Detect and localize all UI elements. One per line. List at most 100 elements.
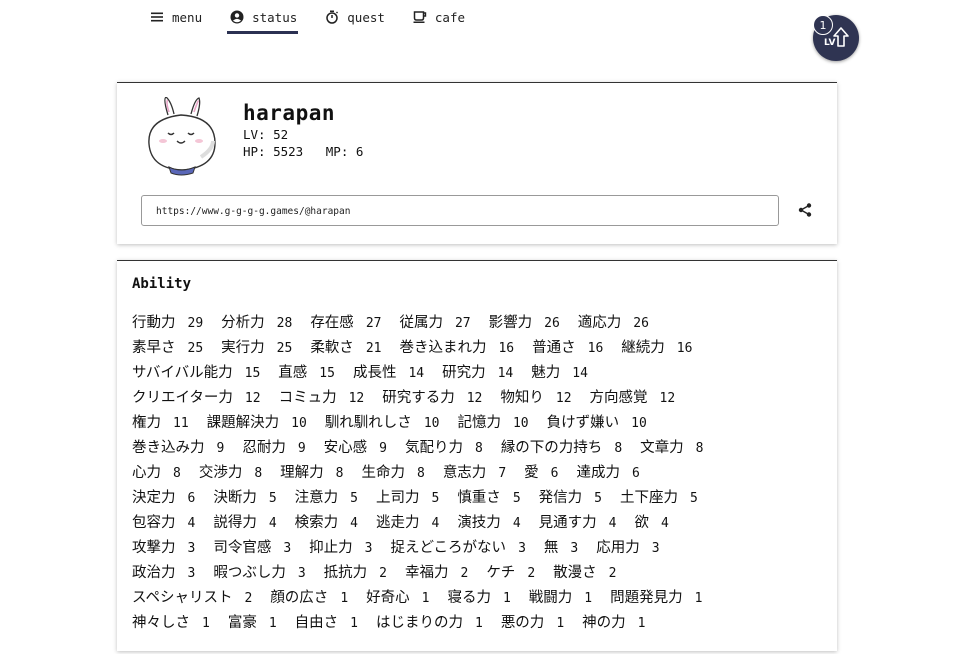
ability-item: 継続力 16 <box>621 336 692 361</box>
tab-menu[interactable]: menu <box>148 0 202 34</box>
level-up-label: LV <box>824 38 836 48</box>
ability-name: 普通さ <box>532 340 576 356</box>
top-nav: menu status quest cafe <box>148 0 491 34</box>
ability-name: 気配り力 <box>404 440 463 456</box>
profile-level: LV: 52 <box>243 127 289 142</box>
ability-item: 研究力 14 <box>442 361 513 386</box>
ability-name: 行動力 <box>132 315 176 331</box>
ability-row: 巻き込み力 9 忍耐力 9 安心感 9 気配り力 8 縁の下の力持ち 8 文章力 8 <box>132 436 827 461</box>
ability-item: 愛6 <box>524 461 558 486</box>
ability-name: 検索力 <box>294 515 339 531</box>
ability-value: 8 <box>474 441 483 456</box>
ability-name: 文章力 <box>640 440 684 456</box>
ability-row: サバイバル能力 15 直感 15 成長性 14 研究力 14 魅力 14 <box>132 361 827 386</box>
ability-name: 理解力 <box>280 465 324 481</box>
ability-name: 発信力 <box>538 490 583 506</box>
ability-item: 研究する力 12 <box>382 386 482 411</box>
ability-value: 2 <box>244 591 253 606</box>
ability-item: 包容力 4 <box>132 511 195 536</box>
ability-value: 9 <box>216 441 225 456</box>
ability-name: 記憶力 <box>457 415 501 431</box>
tab-cafe[interactable]: cafe <box>411 0 465 34</box>
ability-row: 政治力 3 暇つぶし力 3 抵抗力 2 幸福力 2 ケチ 2 散漫さ 2 <box>132 561 827 586</box>
ability-value: 3 <box>297 566 306 581</box>
ability-item: 暇つぶし力 3 <box>213 561 305 586</box>
ability-name: クリエイター力 <box>132 390 233 406</box>
ability-item: 権力 11 <box>132 411 189 436</box>
ability-name: 負けず嫌い <box>546 415 620 431</box>
ability-item: 注意力 5 <box>295 486 358 511</box>
ability-item: 気配り力 8 <box>405 436 483 461</box>
ability-name: 寝る力 <box>447 590 491 606</box>
ability-value: 4 <box>268 516 277 531</box>
ability-name: 抑止力 <box>309 540 353 556</box>
ability-value: 1 <box>421 591 430 606</box>
ability-name: 司令官感 <box>213 540 272 556</box>
ability-item: 説得力 4 <box>213 511 276 536</box>
ability-name: 捉えどころがない <box>390 540 507 556</box>
ability-row: 決定力 6 決断力 5 注意力 5 上司力 5 慎重さ 5 発信力 5 土下座力 5 <box>132 486 827 511</box>
ability-item: 意志力 7 <box>443 461 506 486</box>
ability-value: 10 <box>423 416 440 431</box>
menu-icon <box>151 12 163 22</box>
ability-name: 応用力 <box>596 540 640 556</box>
ability-item: 検索力 4 <box>295 511 358 536</box>
ability-value: 1 <box>202 616 210 631</box>
tab-status[interactable]: status <box>227 0 299 34</box>
ability-value: 10 <box>512 416 529 431</box>
tab-cafe-label: cafe <box>434 9 466 25</box>
ability-name: 慎重さ <box>457 490 501 506</box>
ability-item: 方向感覚 12 <box>590 386 676 411</box>
ability-item: 達成力 6 <box>576 461 639 486</box>
ability-value: 4 <box>660 516 669 531</box>
ability-item: 捉えどころがない 3 <box>390 536 525 561</box>
account-circle-icon <box>230 10 244 24</box>
ability-name: 影響力 <box>488 315 533 331</box>
ability-name: 縁の下の力持ち <box>500 440 603 456</box>
ability-name: 問題発見力 <box>610 590 683 606</box>
ability-row: 権力 11 課題解決力 10 馴れ馴れしさ 10 記憶力 10 負けず嫌い 10 <box>132 411 827 436</box>
ability-item: 神の力 1 <box>582 611 645 636</box>
ability-value: 15 <box>244 366 261 381</box>
ability-name: 意志力 <box>442 465 487 481</box>
share-icon[interactable] <box>797 202 813 218</box>
ability-item: 影響力 26 <box>489 311 560 336</box>
ability-value: 4 <box>187 516 196 531</box>
tab-quest[interactable]: quest <box>323 0 385 34</box>
ability-value: 16 <box>498 341 515 356</box>
ability-value: 11 <box>173 416 189 431</box>
ability-item: 物知り 12 <box>500 386 571 411</box>
ability-name: 散漫さ <box>553 565 597 581</box>
ability-value: 28 <box>276 316 293 331</box>
ability-value: 9 <box>379 441 387 456</box>
ability-name: 研究する力 <box>382 390 455 406</box>
ability-value: 8 <box>335 466 344 481</box>
ability-value: 5 <box>512 491 521 506</box>
ability-title: Ability <box>132 276 192 292</box>
ability-value: 27 <box>454 316 471 331</box>
ability-value: 1 <box>556 616 565 631</box>
ability-value: 7 <box>498 466 507 481</box>
ability-value: 10 <box>631 416 647 431</box>
ability-name: 無 <box>543 540 559 556</box>
ability-name: 神の力 <box>582 615 626 631</box>
ability-name: はじまりの力 <box>375 615 463 631</box>
ability-value: 6 <box>550 466 559 481</box>
ability-name: 課題解決力 <box>206 415 280 431</box>
profile-url-field[interactable]: https://www.g-g-g-g.games/@harapan <box>141 195 779 226</box>
ability-value: 1 <box>694 591 703 606</box>
ability-value: 14 <box>408 366 425 381</box>
ability-name: 自由さ <box>294 615 339 631</box>
ability-name: 愛 <box>524 465 539 481</box>
ability-item: 抵抗力 2 <box>324 561 387 586</box>
ability-card: Ability 行動力 29 分析力 28 存在感 27 従属力 27 影響力 26 適応力 26 素早… <box>117 260 837 651</box>
ability-value: 14 <box>497 366 514 381</box>
ability-value: 26 <box>633 316 649 331</box>
ability-value: 16 <box>587 341 604 356</box>
ability-name: 馴れ馴れしさ <box>324 415 412 431</box>
ability-value: 2 <box>608 566 617 581</box>
ability-name: 攻撃力 <box>132 540 176 556</box>
ability-row: 素早さ 25 実行力 25 柔軟さ 21 巻き込まれ力 16 普通さ 16 継続力 16 <box>132 336 827 361</box>
ability-item: クリエイター力 12 <box>132 386 261 411</box>
ability-value: 5 <box>594 491 602 506</box>
